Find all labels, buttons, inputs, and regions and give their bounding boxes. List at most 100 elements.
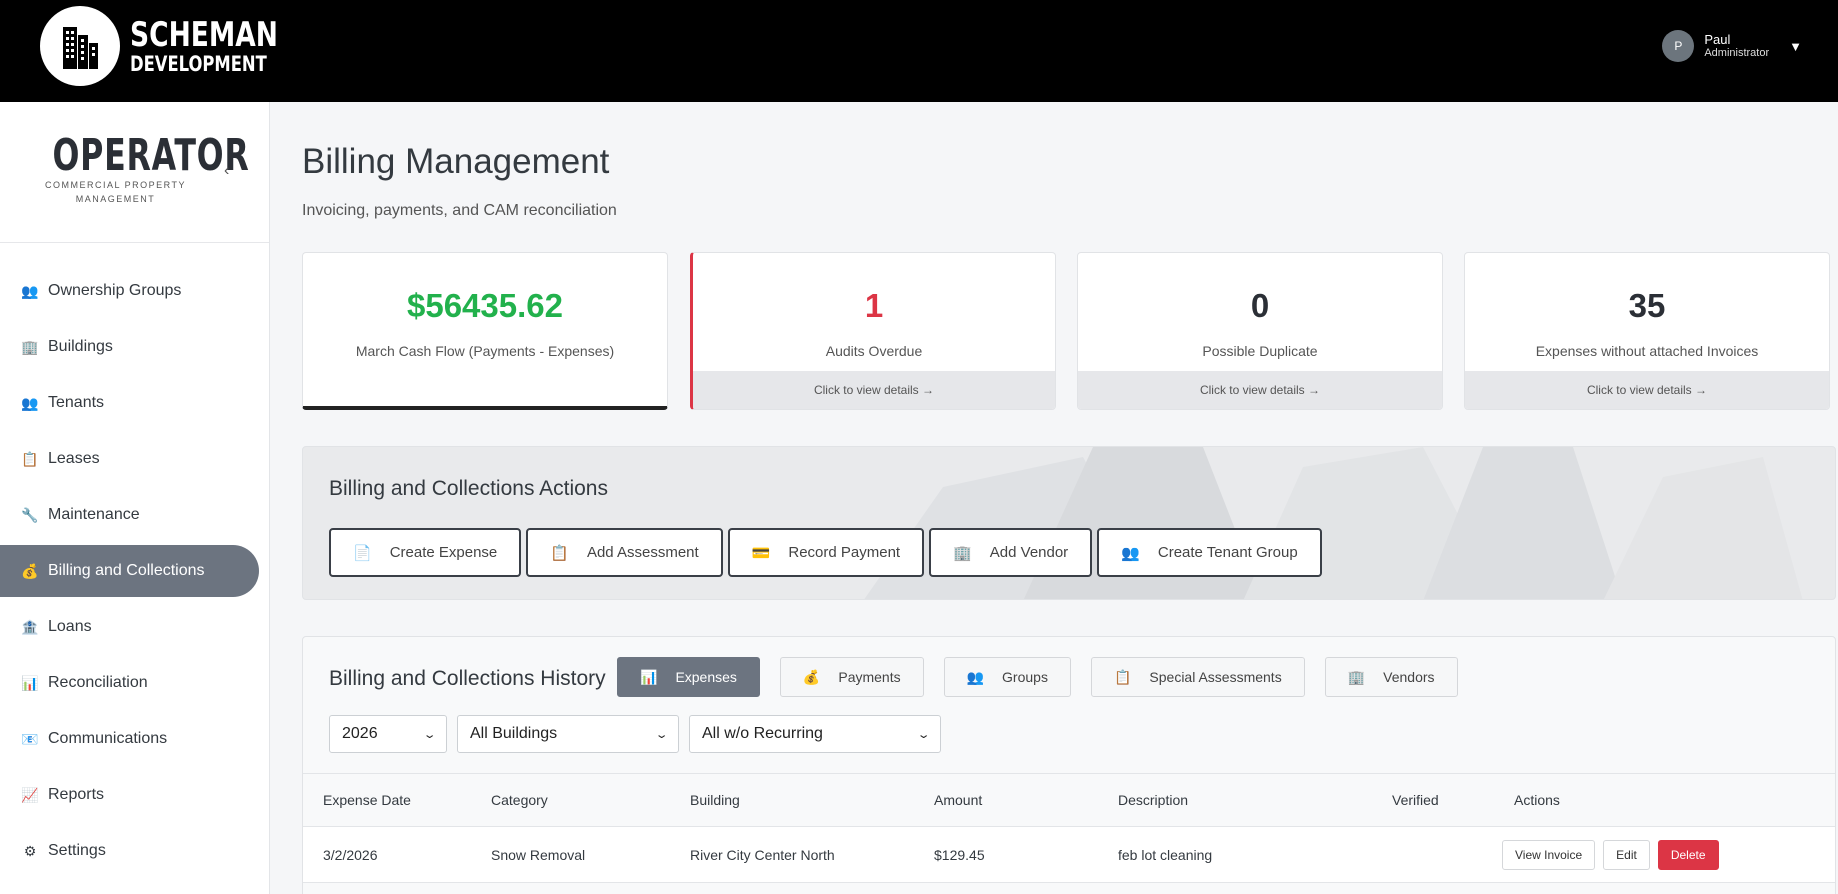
button-label: Add Assessment <box>586 544 699 561</box>
missing-invoices-value: 35 <box>1628 287 1666 324</box>
tab-vendors[interactable]: 🏢 Vendors <box>1324 657 1458 697</box>
sidebar-item-loans[interactable]: 🏦 Loans <box>0 601 259 653</box>
cash-flow-label: March Cash Flow (Payments - Expenses) <box>355 343 615 359</box>
add-vendor-button[interactable]: 🏢 Add Vendor <box>929 528 1093 577</box>
sidebar-item-billing-and-collections[interactable]: 💰 Billing and Collections <box>0 545 259 597</box>
user-role: Administrator <box>1704 47 1770 60</box>
tab-groups[interactable]: 👥 Groups <box>943 657 1071 697</box>
building-value: All Buildings <box>470 725 558 742</box>
view-details-link[interactable]: Click to view details → <box>693 371 1055 409</box>
history-tabs: 📊 Expenses 💰 Payments 👥 Groups 📋 Special Ass… <box>617 657 1478 697</box>
clipboard-icon: 📋 <box>21 450 39 467</box>
clipboard-icon: 📋 <box>550 544 569 562</box>
sidebar-nav: 👥 Ownership Groups 🏢 Buildings 👥 Tenants 📋 L… <box>0 243 269 877</box>
tab-payments[interactable]: 💰 Payments <box>779 657 924 697</box>
column-header[interactable]: Amount <box>934 774 982 826</box>
sidebar-item-label: Billing and Collections <box>48 562 205 579</box>
gear-icon: ⚙ <box>23 842 37 859</box>
possible-duplicate-label: Possible Duplicate <box>1202 343 1318 359</box>
sidebar-item-buildings[interactable]: 🏢 Buildings <box>0 321 259 373</box>
company-logo[interactable]: SCHEMAN DEVELOPMENT <box>40 6 320 86</box>
sidebar-item-leases[interactable]: 📋 Leases <box>0 433 259 485</box>
history-title: Billing and Collections History <box>329 667 606 690</box>
view-details-link[interactable]: Click to view details → <box>1465 371 1829 409</box>
tab-label: Special Assessments <box>1149 669 1282 685</box>
people-icon: 👥 <box>21 394 39 411</box>
document-icon: 📄 <box>353 544 372 562</box>
sidebar-item-maintenance[interactable]: 🔧 Maintenance <box>0 489 259 541</box>
record-payment-button[interactable]: 💳 Record Payment <box>727 528 925 577</box>
actions-panel: Billing and Collections Actions 📄 Create … <box>302 446 1836 600</box>
column-header[interactable]: Expense Date <box>323 774 411 826</box>
collapse-sidebar-icon[interactable]: ‹ <box>224 162 229 180</box>
expense-description: feb lot cleaning <box>1118 846 1213 863</box>
people-icon: 👥 <box>1121 544 1140 562</box>
column-header[interactable]: Description <box>1118 774 1188 826</box>
building-icon: 🏢 <box>21 338 39 355</box>
avatar: P <box>1662 30 1695 62</box>
sidebar-item-reports[interactable]: 📈 Reports <box>0 769 259 821</box>
people-icon: 👥 <box>21 282 39 299</box>
recurring-select[interactable]: All w/o Recurring ⌄ <box>689 715 941 753</box>
tab-expenses[interactable]: 📊 Expenses <box>617 657 760 697</box>
add-assessment-button[interactable]: 📋 Add Assessment <box>526 528 723 577</box>
sidebar-item-label: Reports <box>48 786 105 803</box>
button-label: Create Expense <box>389 544 498 561</box>
year-select[interactable]: 2026 ⌄ <box>329 715 447 753</box>
missing-invoices-card[interactable]: 35 Expenses without attached Invoices Cl… <box>1464 252 1830 410</box>
sidebar: OPERATOR COMMERCIAL PROPERTY MANAGEMENT … <box>0 102 270 894</box>
building-select[interactable]: All Buildings ⌄ <box>457 715 679 753</box>
user-info: Paul Administrator <box>1704 32 1769 61</box>
column-header[interactable]: Verified <box>1392 774 1439 826</box>
building-logo-icon <box>40 6 120 86</box>
chevron-down-icon: ⌄ <box>916 728 931 741</box>
sidebar-item-label: Communications <box>48 730 168 747</box>
money-bag-icon: 💰 <box>21 562 39 579</box>
sidebar-item-settings[interactable]: ⚙ Settings <box>0 825 259 877</box>
buildings-background-image <box>864 447 1803 599</box>
sidebar-item-label: Settings <box>48 842 106 859</box>
money-bag-icon: 💰 <box>802 668 821 685</box>
logo-line-2: MANAGEMENT <box>75 193 156 204</box>
sidebar-item-ownership-groups[interactable]: 👥 Ownership Groups <box>0 265 259 317</box>
expense-amount: $129.45 <box>934 846 985 863</box>
possible-duplicate-card[interactable]: 0 Possible Duplicate Click to view detai… <box>1077 252 1443 410</box>
logo-line-1: COMMERCIAL PROPERTY <box>44 180 187 190</box>
cash-flow-value: $56435.62 <box>407 287 563 324</box>
sidebar-item-label: Loans <box>48 618 92 635</box>
view-details-link[interactable]: Click to view details → <box>1078 371 1442 409</box>
bank-icon: 🏦 <box>21 618 39 635</box>
credit-card-icon: 💳 <box>751 544 771 562</box>
column-header[interactable]: Category <box>491 774 548 826</box>
row-actions: View Invoice Edit Delete <box>1502 827 1727 882</box>
tab-label: Payments <box>838 669 901 685</box>
view-invoice-button[interactable]: View Invoice <box>1502 839 1596 870</box>
main-content: Billing Management Invoicing, payments, … <box>270 102 1838 894</box>
create-expense-button[interactable]: 📄 Create Expense <box>329 528 522 577</box>
chevron-down-icon: ⌄ <box>422 728 437 741</box>
recurring-value: All w/o Recurring <box>702 725 823 742</box>
user-menu[interactable]: P Paul Administrator ▼ <box>1662 30 1802 62</box>
sidebar-item-communications[interactable]: 📧 Communications <box>0 713 259 765</box>
delete-button[interactable]: Delete <box>1657 839 1719 870</box>
table-header: Expense Date Category Building Amount De… <box>303 773 1835 827</box>
history-panel: Billing and Collections History 📊 Expense… <box>302 636 1836 894</box>
edit-button[interactable]: Edit <box>1603 839 1650 870</box>
operator-logo[interactable]: OPERATOR COMMERCIAL PROPERTY MANAGEMENT <box>28 134 249 205</box>
tab-special-assessments[interactable]: 📋 Special Assessments <box>1090 657 1305 697</box>
clipboard-icon: 📋 <box>1113 668 1132 685</box>
sidebar-item-reconciliation[interactable]: 📊 Reconciliation <box>0 657 259 709</box>
user-name: Paul <box>1704 31 1731 47</box>
sidebar-item-tenants[interactable]: 👥 Tenants <box>0 377 259 429</box>
button-label: Record Payment <box>788 544 901 561</box>
bar-chart-icon: 📊 <box>640 668 658 685</box>
people-icon: 👥 <box>966 668 985 685</box>
create-tenant-group-button[interactable]: 👥 Create Tenant Group <box>1097 528 1322 577</box>
column-header[interactable]: Building <box>690 774 740 826</box>
wrench-icon: 🔧 <box>21 506 39 523</box>
possible-duplicate-value: 0 <box>1250 287 1270 324</box>
missing-invoices-label: Expenses without attached Invoices <box>1535 343 1759 359</box>
audits-overdue-card[interactable]: 1 Audits Overdue Click to view details → <box>690 252 1056 410</box>
bar-chart-icon: 📊 <box>21 674 39 691</box>
caret-down-icon[interactable]: ▼ <box>1789 39 1802 54</box>
